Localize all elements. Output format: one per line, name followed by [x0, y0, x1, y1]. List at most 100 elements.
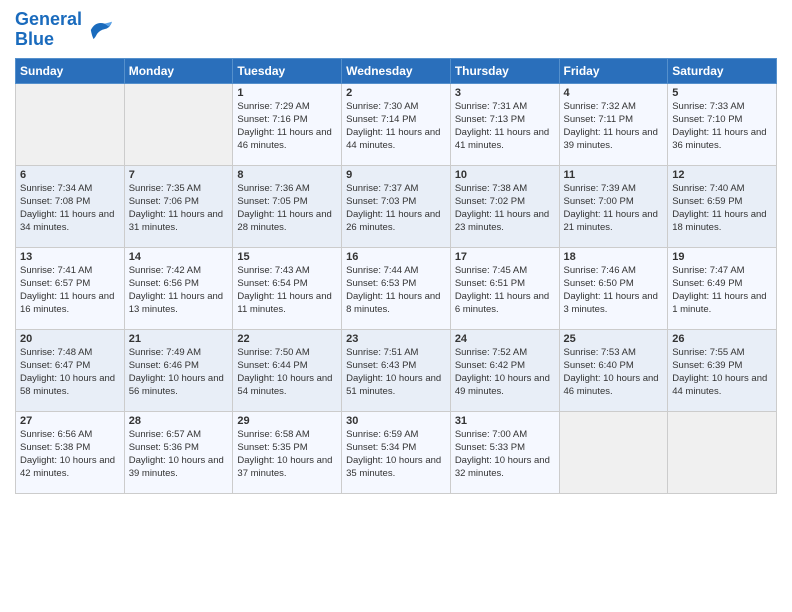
calendar-cell: 7Sunrise: 7:35 AMSunset: 7:06 PMDaylight…: [124, 165, 233, 247]
day-number: 10: [455, 169, 555, 181]
calendar-header-row: SundayMondayTuesdayWednesdayThursdayFrid…: [16, 58, 777, 83]
day-number: 21: [129, 333, 229, 345]
day-number: 31: [455, 415, 555, 427]
day-number: 9: [346, 169, 446, 181]
calendar-cell: 22Sunrise: 7:50 AMSunset: 6:44 PMDayligh…: [233, 329, 342, 411]
day-info: Sunrise: 7:37 AMSunset: 7:03 PMDaylight:…: [346, 182, 446, 235]
day-info: Sunrise: 7:38 AMSunset: 7:02 PMDaylight:…: [455, 182, 555, 235]
logo-text2: Blue: [15, 30, 82, 50]
day-info: Sunrise: 7:41 AMSunset: 6:57 PMDaylight:…: [20, 264, 120, 317]
calendar-cell: 30Sunrise: 6:59 AMSunset: 5:34 PMDayligh…: [342, 411, 451, 493]
day-info: Sunrise: 7:45 AMSunset: 6:51 PMDaylight:…: [455, 264, 555, 317]
day-info: Sunrise: 7:53 AMSunset: 6:40 PMDaylight:…: [564, 346, 664, 399]
day-number: 6: [20, 169, 120, 181]
calendar-cell: 9Sunrise: 7:37 AMSunset: 7:03 PMDaylight…: [342, 165, 451, 247]
day-number: 16: [346, 251, 446, 263]
logo-text: General: [15, 10, 82, 30]
day-number: 20: [20, 333, 120, 345]
calendar-table: SundayMondayTuesdayWednesdayThursdayFrid…: [15, 58, 777, 494]
calendar-cell: 23Sunrise: 7:51 AMSunset: 6:43 PMDayligh…: [342, 329, 451, 411]
day-info: Sunrise: 7:35 AMSunset: 7:06 PMDaylight:…: [129, 182, 229, 235]
day-number: 4: [564, 87, 664, 99]
day-number: 8: [237, 169, 337, 181]
calendar-cell: 17Sunrise: 7:45 AMSunset: 6:51 PMDayligh…: [450, 247, 559, 329]
day-info: Sunrise: 7:32 AMSunset: 7:11 PMDaylight:…: [564, 100, 664, 153]
calendar-cell: [124, 83, 233, 165]
calendar-cell: 24Sunrise: 7:52 AMSunset: 6:42 PMDayligh…: [450, 329, 559, 411]
day-info: Sunrise: 7:40 AMSunset: 6:59 PMDaylight:…: [672, 182, 772, 235]
day-number: 2: [346, 87, 446, 99]
day-info: Sunrise: 7:49 AMSunset: 6:46 PMDaylight:…: [129, 346, 229, 399]
day-info: Sunrise: 7:50 AMSunset: 6:44 PMDaylight:…: [237, 346, 337, 399]
calendar-cell: 21Sunrise: 7:49 AMSunset: 6:46 PMDayligh…: [124, 329, 233, 411]
day-number: 23: [346, 333, 446, 345]
calendar-cell: 19Sunrise: 7:47 AMSunset: 6:49 PMDayligh…: [668, 247, 777, 329]
calendar-cell: 6Sunrise: 7:34 AMSunset: 7:08 PMDaylight…: [16, 165, 125, 247]
calendar-cell: 11Sunrise: 7:39 AMSunset: 7:00 PMDayligh…: [559, 165, 668, 247]
calendar-cell: 12Sunrise: 7:40 AMSunset: 6:59 PMDayligh…: [668, 165, 777, 247]
day-info: Sunrise: 7:43 AMSunset: 6:54 PMDaylight:…: [237, 264, 337, 317]
calendar-cell: 26Sunrise: 7:55 AMSunset: 6:39 PMDayligh…: [668, 329, 777, 411]
col-header-wednesday: Wednesday: [342, 58, 451, 83]
day-number: 22: [237, 333, 337, 345]
calendar-cell: 27Sunrise: 6:56 AMSunset: 5:38 PMDayligh…: [16, 411, 125, 493]
calendar-cell: 5Sunrise: 7:33 AMSunset: 7:10 PMDaylight…: [668, 83, 777, 165]
day-number: 27: [20, 415, 120, 427]
day-info: Sunrise: 7:00 AMSunset: 5:33 PMDaylight:…: [455, 428, 555, 481]
day-number: 18: [564, 251, 664, 263]
calendar-cell: 15Sunrise: 7:43 AMSunset: 6:54 PMDayligh…: [233, 247, 342, 329]
day-number: 25: [564, 333, 664, 345]
calendar-cell: 2Sunrise: 7:30 AMSunset: 7:14 PMDaylight…: [342, 83, 451, 165]
calendar-cell: 16Sunrise: 7:44 AMSunset: 6:53 PMDayligh…: [342, 247, 451, 329]
day-info: Sunrise: 7:42 AMSunset: 6:56 PMDaylight:…: [129, 264, 229, 317]
day-number: 30: [346, 415, 446, 427]
day-info: Sunrise: 6:59 AMSunset: 5:34 PMDaylight:…: [346, 428, 446, 481]
day-info: Sunrise: 7:34 AMSunset: 7:08 PMDaylight:…: [20, 182, 120, 235]
day-number: 19: [672, 251, 772, 263]
day-number: 1: [237, 87, 337, 99]
col-header-tuesday: Tuesday: [233, 58, 342, 83]
day-number: 5: [672, 87, 772, 99]
day-number: 15: [237, 251, 337, 263]
logo-bird-icon: [86, 19, 114, 41]
calendar-week-row: 13Sunrise: 7:41 AMSunset: 6:57 PMDayligh…: [16, 247, 777, 329]
day-number: 3: [455, 87, 555, 99]
day-info: Sunrise: 7:29 AMSunset: 7:16 PMDaylight:…: [237, 100, 337, 153]
day-number: 28: [129, 415, 229, 427]
day-number: 13: [20, 251, 120, 263]
day-number: 7: [129, 169, 229, 181]
day-number: 12: [672, 169, 772, 181]
calendar-cell: [559, 411, 668, 493]
logo: General Blue: [15, 10, 114, 50]
day-info: Sunrise: 7:39 AMSunset: 7:00 PMDaylight:…: [564, 182, 664, 235]
day-info: Sunrise: 7:47 AMSunset: 6:49 PMDaylight:…: [672, 264, 772, 317]
day-info: Sunrise: 7:31 AMSunset: 7:13 PMDaylight:…: [455, 100, 555, 153]
day-info: Sunrise: 7:55 AMSunset: 6:39 PMDaylight:…: [672, 346, 772, 399]
calendar-cell: 14Sunrise: 7:42 AMSunset: 6:56 PMDayligh…: [124, 247, 233, 329]
day-number: 24: [455, 333, 555, 345]
calendar-cell: 20Sunrise: 7:48 AMSunset: 6:47 PMDayligh…: [16, 329, 125, 411]
day-info: Sunrise: 7:33 AMSunset: 7:10 PMDaylight:…: [672, 100, 772, 153]
day-number: 29: [237, 415, 337, 427]
calendar-week-row: 20Sunrise: 7:48 AMSunset: 6:47 PMDayligh…: [16, 329, 777, 411]
day-number: 14: [129, 251, 229, 263]
calendar-cell: 8Sunrise: 7:36 AMSunset: 7:05 PMDaylight…: [233, 165, 342, 247]
calendar-cell: [668, 411, 777, 493]
day-info: Sunrise: 7:52 AMSunset: 6:42 PMDaylight:…: [455, 346, 555, 399]
day-number: 26: [672, 333, 772, 345]
day-info: Sunrise: 7:46 AMSunset: 6:50 PMDaylight:…: [564, 264, 664, 317]
col-header-thursday: Thursday: [450, 58, 559, 83]
calendar-cell: 25Sunrise: 7:53 AMSunset: 6:40 PMDayligh…: [559, 329, 668, 411]
calendar-week-row: 6Sunrise: 7:34 AMSunset: 7:08 PMDaylight…: [16, 165, 777, 247]
day-info: Sunrise: 7:48 AMSunset: 6:47 PMDaylight:…: [20, 346, 120, 399]
calendar-week-row: 27Sunrise: 6:56 AMSunset: 5:38 PMDayligh…: [16, 411, 777, 493]
calendar-cell: 31Sunrise: 7:00 AMSunset: 5:33 PMDayligh…: [450, 411, 559, 493]
col-header-sunday: Sunday: [16, 58, 125, 83]
calendar-week-row: 1Sunrise: 7:29 AMSunset: 7:16 PMDaylight…: [16, 83, 777, 165]
calendar-cell: 28Sunrise: 6:57 AMSunset: 5:36 PMDayligh…: [124, 411, 233, 493]
col-header-friday: Friday: [559, 58, 668, 83]
calendar-cell: 29Sunrise: 6:58 AMSunset: 5:35 PMDayligh…: [233, 411, 342, 493]
calendar-cell: 3Sunrise: 7:31 AMSunset: 7:13 PMDaylight…: [450, 83, 559, 165]
calendar-cell: 13Sunrise: 7:41 AMSunset: 6:57 PMDayligh…: [16, 247, 125, 329]
calendar-cell: 1Sunrise: 7:29 AMSunset: 7:16 PMDaylight…: [233, 83, 342, 165]
